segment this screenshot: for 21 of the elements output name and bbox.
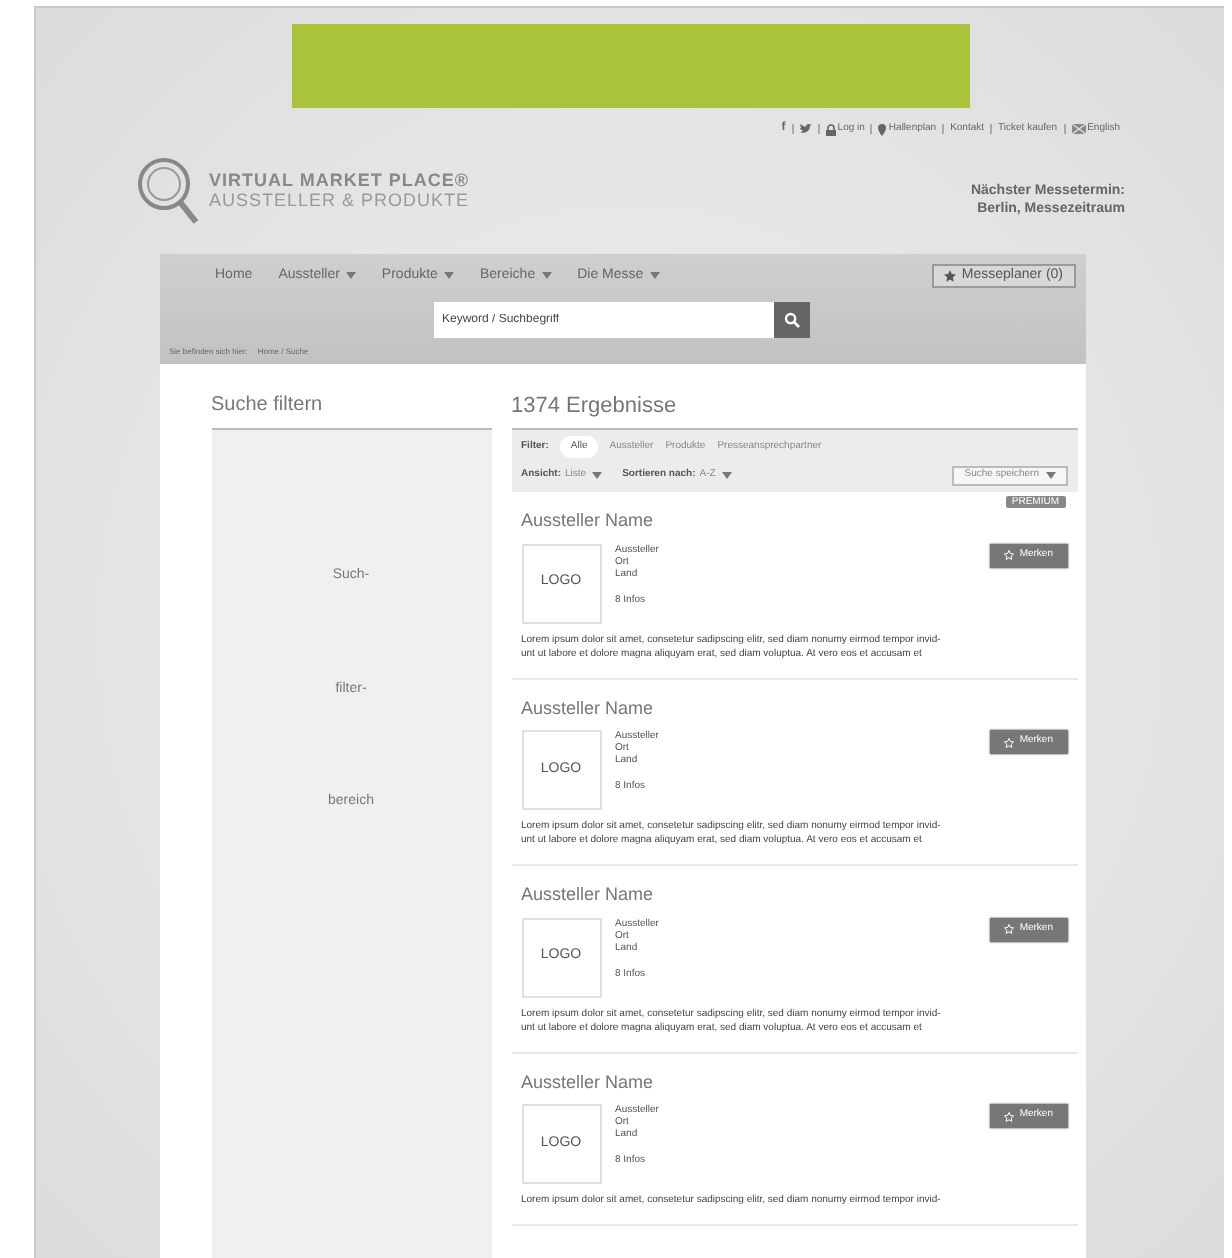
star-icon [1003, 924, 1014, 934]
pin-icon [878, 123, 887, 135]
logo-title: VIRTUAL MARKET PLACE® [209, 170, 470, 190]
caret-icon [592, 472, 603, 480]
exhibitor-name: Aussteller Name [521, 882, 656, 908]
caret-icon [721, 472, 732, 480]
exhibitor-name: Aussteller Name [521, 508, 656, 534]
magnifier-logo-icon [135, 156, 199, 224]
caret-icon [1045, 472, 1055, 480]
lock-icon [825, 123, 836, 135]
exhibitor-name: Aussteller Name [521, 1069, 656, 1095]
star-icon [1003, 550, 1014, 560]
bird-icon [799, 124, 812, 134]
logo-subtitle: AUSSTELLER & PRODUKTE [209, 190, 470, 210]
star-icon [1003, 737, 1014, 747]
twitter-link[interactable] [799, 124, 812, 134]
search-icon [784, 312, 800, 328]
exhibitor-name: Aussteller Name [521, 695, 656, 721]
search-button[interactable] [774, 302, 810, 338]
star-icon [1003, 1111, 1014, 1121]
star-icon [943, 270, 956, 282]
